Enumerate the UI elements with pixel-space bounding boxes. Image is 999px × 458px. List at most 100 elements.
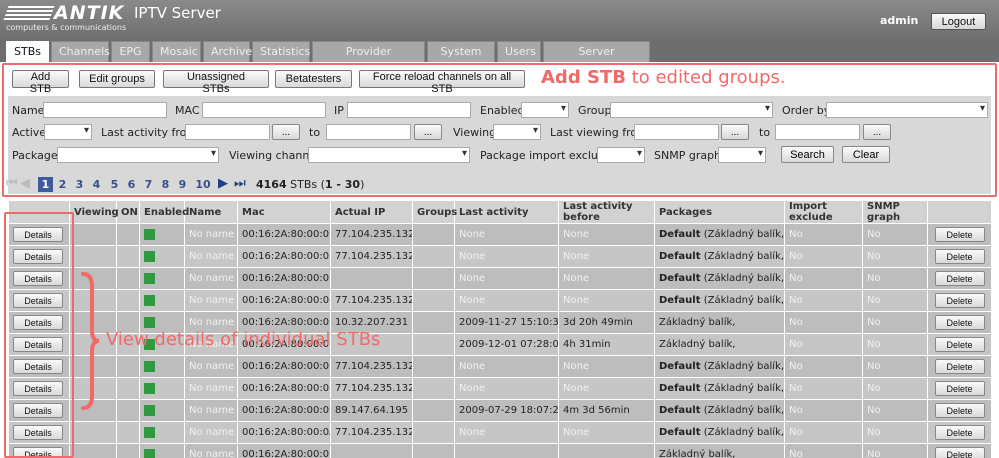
logout-button[interactable]: Logout xyxy=(931,13,986,30)
details-button[interactable]: Details xyxy=(13,425,63,440)
delete-button[interactable]: Delete xyxy=(934,271,985,286)
name-cell: No name xyxy=(184,289,238,312)
tab-system-log[interactable]: System log xyxy=(427,41,495,78)
package-import-exclude-select[interactable] xyxy=(597,147,645,163)
next-page-icon[interactable]: ▶ xyxy=(218,177,228,191)
details-button[interactable]: Details xyxy=(13,293,63,308)
package-list: (Základný balík, ) xyxy=(700,295,785,306)
details-button[interactable]: Details xyxy=(13,337,63,352)
delete-button[interactable]: Delete xyxy=(934,447,985,458)
tab-channels[interactable]: Channels xyxy=(51,41,110,62)
stb-count-label: STBs ( xyxy=(286,178,325,191)
last-page-icon[interactable]: ⏭ xyxy=(234,177,246,191)
ip-cell: 77.104.235.132 xyxy=(330,377,413,400)
enabled-cell xyxy=(139,289,185,312)
last-activity-to-input[interactable] xyxy=(326,124,411,140)
last-activity-to-picker-button[interactable]: ... xyxy=(414,124,442,140)
ip-cell: 77.104.235.132 xyxy=(330,289,413,312)
last-viewing-from-input[interactable] xyxy=(634,124,719,140)
enabled-indicator-icon xyxy=(144,294,155,306)
page-2[interactable]: 2 xyxy=(55,177,70,192)
clear-button[interactable]: Clear xyxy=(842,146,890,163)
enabled-select[interactable] xyxy=(521,102,569,118)
details-cell: Details xyxy=(8,267,70,290)
delete-button[interactable]: Delete xyxy=(934,249,985,264)
package-select[interactable] xyxy=(57,147,219,163)
delete-button[interactable]: Delete xyxy=(934,227,985,242)
delete-button[interactable]: Delete xyxy=(934,403,985,418)
enabled-cell xyxy=(139,355,185,378)
details-button[interactable]: Details xyxy=(13,403,63,418)
tab-provider-configuration[interactable]: Provider configuration xyxy=(312,41,425,78)
add-stb-button[interactable]: Add STB xyxy=(12,70,69,95)
page-6[interactable]: 6 xyxy=(124,177,139,192)
page-3[interactable]: 3 xyxy=(72,177,87,192)
column-header: Actual IP xyxy=(330,200,413,224)
active-select[interactable] xyxy=(44,124,92,140)
name-cell: No name xyxy=(184,421,238,444)
packages-cell: Základný balík, xyxy=(654,443,785,458)
page-1[interactable]: 1 xyxy=(38,177,53,192)
order-by-select[interactable] xyxy=(826,102,988,118)
delete-button[interactable]: Delete xyxy=(934,337,985,352)
table-row: Details No name 00:16:2A:80:00:03 None None D… xyxy=(8,267,992,290)
package-list: Základný balík, xyxy=(659,339,736,350)
package-list: (Základný balík, ) xyxy=(700,361,785,372)
details-button[interactable]: Details xyxy=(13,359,63,374)
tab-server-configuration[interactable]: Server configuration xyxy=(543,41,650,78)
last-activity-before-cell: None xyxy=(558,421,655,444)
mac-cell: 00:16:2A:80:00:0B xyxy=(237,443,331,458)
details-button[interactable]: Details xyxy=(13,381,63,396)
current-user: admin xyxy=(880,14,919,27)
tab-users[interactable]: Users xyxy=(497,41,541,62)
page-5[interactable]: 5 xyxy=(107,177,122,192)
tab-mosaic[interactable]: Mosaic xyxy=(152,41,201,62)
page-10[interactable]: 10 xyxy=(193,177,213,192)
mac-input[interactable] xyxy=(202,102,326,118)
ip-input[interactable] xyxy=(347,102,471,118)
name-input[interactable] xyxy=(43,102,167,118)
page-7[interactable]: 7 xyxy=(141,177,156,192)
package-import-exclude-label: Package import exclude xyxy=(480,149,612,162)
page-8[interactable]: 8 xyxy=(158,177,173,192)
unassigned-stbs-button[interactable]: Unassigned STBs xyxy=(163,70,269,95)
search-button[interactable]: Search xyxy=(781,146,834,163)
last-activity-from-input[interactable] xyxy=(185,124,270,140)
packages-cell: Default (Základný balík, ) xyxy=(654,223,785,246)
tab-epg[interactable]: EPG xyxy=(111,41,150,62)
last-activity-from-picker-button[interactable]: ... xyxy=(272,124,300,140)
tab-statistics[interactable]: Statistics xyxy=(252,41,310,62)
viewing-channel-select[interactable] xyxy=(308,147,470,163)
details-button[interactable]: Details xyxy=(13,227,63,242)
tab-stbs[interactable]: STBs xyxy=(6,41,49,63)
name-cell: No name xyxy=(184,267,238,290)
tab-archive[interactable]: Archive xyxy=(203,41,252,62)
delete-button[interactable]: Delete xyxy=(934,425,985,440)
details-button[interactable]: Details xyxy=(13,315,63,330)
delete-button[interactable]: Delete xyxy=(934,315,985,330)
group-select[interactable] xyxy=(610,102,773,118)
betatesters-button[interactable]: Betatesters xyxy=(275,70,352,88)
last-viewing-to-input[interactable] xyxy=(775,124,860,140)
last-viewing-to-picker-button[interactable]: ... xyxy=(863,124,891,140)
ip-cell: 77.104.235.132 xyxy=(330,223,413,246)
viewing-select[interactable] xyxy=(493,124,541,140)
enabled-indicator-icon xyxy=(144,272,155,284)
delete-button[interactable]: Delete xyxy=(934,359,985,374)
last-viewing-from-picker-button[interactable]: ... xyxy=(721,124,749,140)
package-default: Default xyxy=(659,273,701,284)
package-list: (Základný balík, ) xyxy=(700,251,785,262)
force-reload-button[interactable]: Force reload channels on all STB xyxy=(359,70,525,95)
details-button[interactable]: Details xyxy=(13,271,63,286)
name-cell: No name xyxy=(184,223,238,246)
delete-button[interactable]: Delete xyxy=(934,381,985,396)
snmp-graph-select[interactable] xyxy=(718,147,766,163)
edit-groups-button[interactable]: Edit groups xyxy=(79,70,155,88)
page-9[interactable]: 9 xyxy=(175,177,190,192)
details-cell: Details xyxy=(8,377,70,400)
delete-button[interactable]: Delete xyxy=(934,293,985,308)
enabled-cell xyxy=(139,421,185,444)
page-4[interactable]: 4 xyxy=(89,177,104,192)
details-button[interactable]: Details xyxy=(13,249,63,264)
details-button[interactable]: Details xyxy=(13,447,63,458)
